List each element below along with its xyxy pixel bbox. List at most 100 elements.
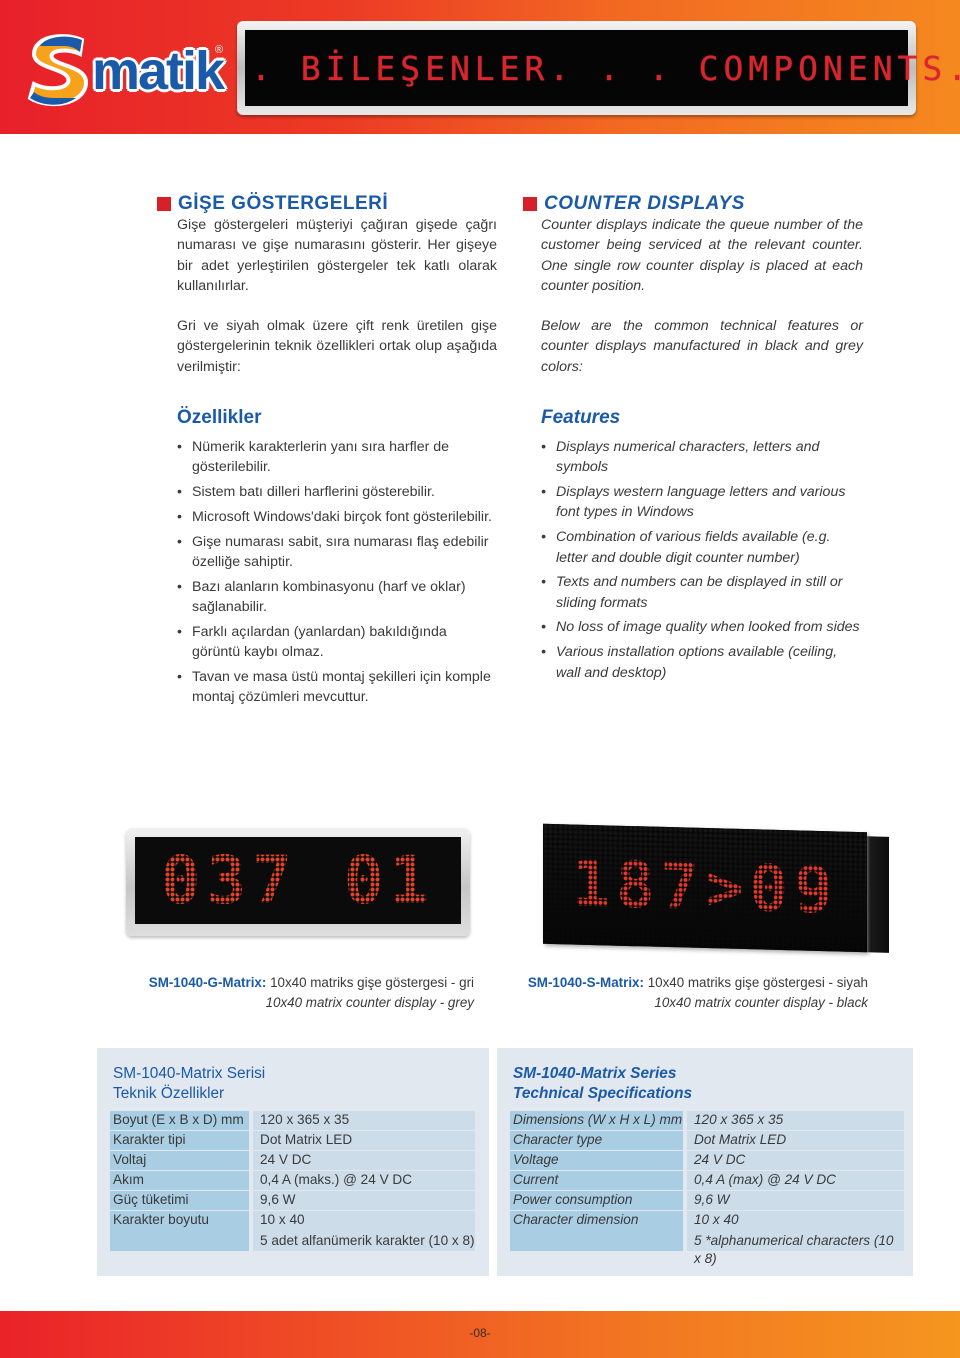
model-name: SM-1040-S-Matrix: (527, 975, 644, 990)
feature-item: Tavan ve masa üstü montaj şekilleri için… (177, 667, 497, 708)
spec-row: Karakter boyutu 10 x 40 5 adet alfanümer… (110, 1211, 475, 1252)
spec-row: Power consumption 9,6 W (510, 1191, 904, 1210)
product-caption-grey: SM-1040-G-Matrix: 10x40 matriks gişe gös… (100, 973, 474, 1013)
spec-key: Character dimension (510, 1211, 683, 1252)
led-screen: 037 01 (135, 837, 461, 924)
logo-wordmark: matik (92, 41, 225, 101)
features-title: Özellikler (177, 407, 262, 429)
page-number: -08- (469, 1326, 491, 1340)
spec-value: 120 x 365 x 35 (687, 1111, 904, 1130)
spec-key: Current (510, 1171, 683, 1190)
section-title-tr: GİŞE GÖSTERGELERİ (157, 193, 497, 215)
feature-item: Sistem batı dilleri harflerini gösterebi… (177, 482, 497, 503)
section-title-en: COUNTER DISPLAYS (523, 193, 863, 215)
spec-row: Dimensions (W x H x L) mm 120 x 365 x 35 (510, 1111, 904, 1130)
spec-value: 9,6 W (253, 1191, 475, 1210)
spec-value-line2: 5 adet alfanümerik karakter (10 x 8) (260, 1232, 475, 1248)
caption-tr: 10x40 matriks gişe göstergesi - gri (270, 975, 474, 990)
feature-item: Bazı alanların kombinasyonu (harf ve okl… (177, 577, 497, 618)
spec-box-en: SM-1040-Matrix Series Technical Specific… (497, 1048, 913, 1276)
feature-item: Combination of various fields available … (541, 527, 863, 568)
spec-value-line1: 10 x 40 (260, 1212, 305, 1228)
section-title-text: GİŞE GÖSTERGELERİ (178, 193, 389, 214)
spec-row: Voltaj 24 V DC (110, 1151, 475, 1170)
spec-value: 9,6 W (687, 1191, 904, 1210)
intro-paragraph-2: Below are the common technical features … (541, 318, 863, 375)
feature-item: Gişe numarası sabit, sıra numarası flaş … (177, 532, 497, 573)
spec-title-line1: SM-1040-Matrix Series (513, 1065, 677, 1082)
feature-item: Farklı açılardan (yanlardan) bakıldığınd… (177, 622, 497, 663)
led-banner-screen: . BİLEŞENLER. . . COMPONENTS. . (245, 30, 960, 106)
spec-key: Voltaj (110, 1151, 249, 1170)
product-caption-black: SM-1040-S-Matrix: 10x40 matriks gişe gös… (510, 973, 868, 1013)
caption-en: 10x40 matrix counter display - black (654, 995, 868, 1010)
spec-title: SM-1040-Matrix Series Technical Specific… (513, 1064, 692, 1104)
spec-value-line1: 10 x 40 (694, 1212, 739, 1228)
header-banner: matik ® . BİLEŞENLER. . . COMPONENTS. . (0, 0, 960, 134)
feature-item: No loss of image quality when looked fro… (541, 617, 863, 638)
spec-row: Boyut (E x B x D) mm 120 x 365 x 35 (110, 1111, 475, 1130)
spec-key: Voltage (510, 1151, 683, 1170)
features-title: Features (541, 407, 621, 429)
spec-row: Karakter tipi Dot Matrix LED (110, 1131, 475, 1150)
spec-title-line2: Technical Specifications (513, 1085, 693, 1102)
spec-value: 24 V DC (253, 1151, 475, 1170)
spec-key: Power consumption (510, 1191, 683, 1210)
spec-value-line2: 5 *alphanumerical characters (10 x 8) (694, 1232, 894, 1267)
english-column: COUNTER DISPLAYS Counter displays indica… (523, 193, 863, 687)
feature-item: Texts and numbers can be displayed in st… (541, 572, 863, 613)
feature-item: Displays western language letters and va… (541, 482, 863, 523)
spec-key: Akım (110, 1171, 249, 1190)
led-display-text: 187>09 (571, 847, 839, 929)
spec-row: Character type Dot Matrix LED (510, 1131, 904, 1150)
spec-value: 24 V DC (687, 1151, 904, 1170)
spec-table: Dimensions (W x H x L) mm 120 x 365 x 35… (510, 1111, 904, 1266)
feature-item: Displays numerical characters, letters a… (541, 437, 863, 478)
spec-key: Boyut (E x B x D) mm (110, 1111, 249, 1130)
intro-paragraph-2: Gri ve siyah olmak üzere çift renk üreti… (177, 318, 497, 375)
black-counter-display-image: 187>09 (543, 823, 889, 953)
spec-key: Character type (510, 1131, 683, 1150)
led-display-text: 037 01 (160, 842, 436, 919)
spec-title-line1: SM-1040-Matrix Serisi (113, 1065, 266, 1082)
led-banner-text: . BİLEŞENLER. . . COMPONENTS. . (251, 48, 960, 88)
section-title-text: COUNTER DISPLAYS (544, 193, 745, 214)
caption-en: 10x40 matrix counter display - grey (265, 995, 474, 1010)
spec-title-line2: Teknik Özellikler (113, 1085, 225, 1102)
spec-row: Akım 0,4 A (maks.) @ 24 V DC (110, 1171, 475, 1190)
spec-value: 0,4 A (maks.) @ 24 V DC (253, 1171, 475, 1190)
red-square-icon (157, 197, 171, 211)
spec-key: Dimensions (W x H x L) mm (510, 1111, 683, 1130)
spec-row: Character dimension 10 x 40 5 *alphanume… (510, 1211, 904, 1266)
spec-row: Voltage 24 V DC (510, 1151, 904, 1170)
footer-bar: -08- (0, 1311, 960, 1358)
intro-paragraph: Gişe göstergeleri müşteriyi çağıran gişe… (177, 217, 497, 294)
spec-value: 10 x 40 5 *alphanumerical characters (10… (687, 1211, 904, 1266)
feature-item: Microsoft Windows'daki birçok font göste… (177, 507, 497, 528)
spec-title: SM-1040-Matrix Serisi Teknik Özellikler (113, 1064, 265, 1104)
spec-value: 0,4 A (max) @ 24 V DC (687, 1171, 904, 1190)
features-list: Displays numerical characters, letters a… (541, 437, 863, 683)
model-name: SM-1040-G-Matrix: (148, 975, 267, 990)
spec-key: Karakter boyutu (110, 1211, 249, 1252)
spec-value: Dot Matrix LED (687, 1131, 904, 1150)
spec-key: Karakter tipi (110, 1131, 249, 1150)
feature-item: Various installation options available (… (541, 642, 863, 683)
display-side-edge (867, 836, 889, 953)
spec-value: Dot Matrix LED (253, 1131, 475, 1150)
turkish-column: GİŞE GÖSTERGELERİ Gişe göstergeleri müşt… (157, 193, 497, 712)
spec-key: Güç tüketimi (110, 1191, 249, 1210)
red-square-icon (523, 197, 537, 211)
caption-tr: 10x40 matriks gişe göstergesi - siyah (647, 975, 868, 990)
features-list: Nümerik karakterlerin yanı sıra harfler … (177, 437, 497, 708)
spec-value: 120 x 365 x 35 (253, 1111, 475, 1130)
spec-value: 10 x 40 5 adet alfanümerik karakter (10 … (253, 1211, 475, 1252)
registered-mark: ® (215, 44, 224, 56)
s-swoosh-logo-icon (27, 34, 88, 107)
spec-row: Current 0,4 A (max) @ 24 V DC (510, 1171, 904, 1190)
spec-row: Güç tüketimi 9,6 W (110, 1191, 475, 1210)
spec-table: Boyut (E x B x D) mm 120 x 365 x 35 Kara… (110, 1111, 475, 1253)
smatik-logo: matik ® (20, 26, 230, 116)
feature-item: Nümerik karakterlerin yanı sıra harfler … (177, 437, 497, 478)
intro-paragraph: Counter displays indicate the queue numb… (541, 217, 863, 294)
